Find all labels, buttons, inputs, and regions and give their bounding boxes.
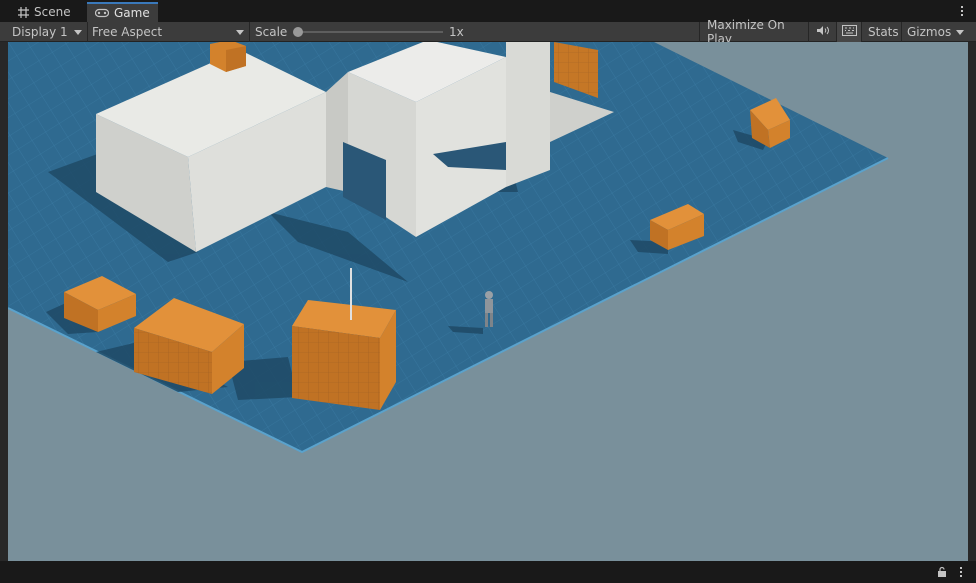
keyboard-shortcuts-toggle[interactable] [837, 22, 862, 42]
tab-bar: Scene Game [0, 0, 976, 22]
status-bar [0, 561, 976, 583]
aspect-dropdown[interactable]: Free Aspect [88, 22, 250, 42]
gamepad-icon [95, 8, 109, 18]
right-panel-edge [968, 42, 976, 561]
status-menu-button[interactable] [958, 565, 964, 579]
aspect-dropdown-label: Free Aspect [92, 25, 163, 39]
grid-icon [18, 6, 29, 18]
maximize-on-play-toggle[interactable]: Maximize On Play [699, 18, 809, 46]
left-panel-edge [0, 42, 8, 561]
tab-game-label: Game [114, 6, 150, 20]
scale-slider-handle[interactable] [293, 27, 303, 37]
tab-game[interactable]: Game [87, 2, 158, 22]
tab-scene-label: Scene [34, 5, 71, 19]
speaker-icon [816, 25, 830, 39]
lock-icon[interactable] [936, 566, 948, 578]
chevron-down-icon [74, 30, 82, 35]
scale-slider-track[interactable] [297, 31, 443, 33]
tab-menu-button[interactable] [956, 3, 968, 19]
tab-scene[interactable]: Scene [10, 2, 79, 22]
game-render [8, 42, 968, 561]
gizmos-label: Gizmos [907, 25, 952, 39]
chevron-down-icon [236, 30, 244, 35]
display-dropdown-label: Display 1 [12, 25, 68, 39]
game-view-viewport[interactable] [8, 42, 968, 561]
stats-toggle[interactable]: Stats [862, 22, 902, 42]
keyboard-icon [841, 25, 857, 39]
chevron-down-icon [956, 30, 964, 35]
stats-label: Stats [868, 25, 899, 39]
scale-value: 1x [449, 25, 464, 39]
gizmos-dropdown[interactable]: Gizmos [902, 22, 968, 42]
display-dropdown[interactable]: Display 1 [0, 22, 88, 42]
game-toolbar: Display 1 Free Aspect Scale 1x Maximize … [0, 18, 976, 46]
scale-label: Scale [255, 25, 288, 39]
mute-audio-toggle[interactable] [809, 22, 837, 42]
